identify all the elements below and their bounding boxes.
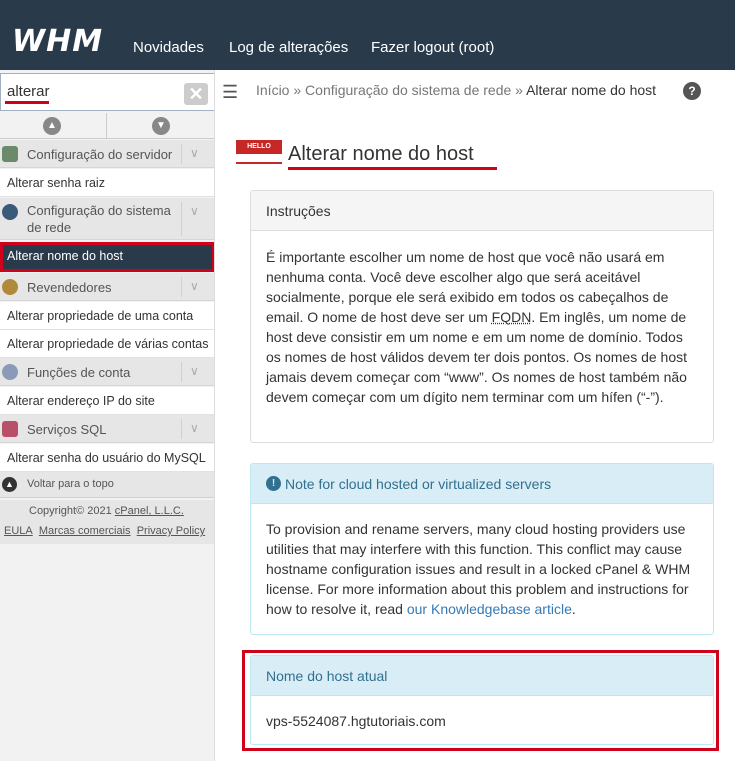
sidebar-section-label: Revendedores	[27, 280, 112, 295]
search-box[interactable]: ✕	[0, 73, 214, 111]
sidebar-section-servicos-sql[interactable]: Serviços SQL ∨	[0, 415, 214, 443]
instructions-panel: Instruções É importante escolher um nome…	[250, 190, 714, 443]
breadcrumb-inicio[interactable]: Início	[256, 82, 289, 98]
divider	[106, 113, 107, 139]
breadcrumb-separator: »	[293, 82, 302, 98]
panel-header: ! Note for cloud hosted or virtualized s…	[251, 464, 713, 504]
user-icon	[2, 364, 18, 380]
expand-all-icon[interactable]: ▲	[43, 117, 61, 135]
back-to-top-label: Voltar para o topo	[27, 478, 114, 490]
database-icon	[2, 421, 18, 437]
sidebar: ✕ ▲ ▼ Configuração do servidor ∨ Alterar…	[0, 70, 215, 761]
copyright-text: Copyright© 2021	[29, 505, 112, 517]
sidebar-section-revendedores[interactable]: Revendedores ∨	[0, 273, 214, 301]
page-title: Alterar nome do host	[288, 143, 474, 165]
sidebar-section-label: Configuração do sistema de rede	[27, 203, 171, 235]
sidebar-item-label: Alterar propriedade de várias contas	[7, 337, 209, 351]
cloud-note-text-part: .	[571, 601, 576, 617]
breadcrumb-bar: ☰ Início » Configuração do sistema de re…	[216, 70, 735, 110]
sidebar-section-funcoes-conta[interactable]: Funções de conta ∨	[0, 358, 214, 386]
sidebar-item-alterar-senha-mysql[interactable]: Alterar senha do usuário do MySQL	[0, 444, 214, 472]
sidebar-item-alterar-ip[interactable]: Alterar endereço IP do site	[0, 387, 214, 415]
hello-tag-icon: HELLO	[236, 140, 282, 168]
sidebar-item-label: Alterar nome do host	[7, 249, 124, 263]
panel-header: Instruções	[251, 191, 713, 231]
close-icon[interactable]: ✕	[184, 83, 208, 105]
breadcrumb-current: Alterar nome do host	[526, 82, 657, 98]
privacy-policy-link[interactable]: Privacy Policy	[137, 525, 205, 537]
panel-title: Instruções	[266, 203, 331, 219]
sidebar-section-network-config[interactable]: Configuração do sistema de rede ∨	[0, 198, 214, 240]
instructions-text: É importante escolher um nome de host qu…	[251, 231, 713, 423]
sidebar-section-label: Funções de conta	[27, 365, 131, 380]
sidebar-item-label: Alterar senha raiz	[7, 176, 105, 190]
sidebar-section-server-config[interactable]: Configuração do servidor ∨	[0, 140, 214, 168]
breadcrumb-network-config[interactable]: Configuração do sistema de rede	[305, 82, 511, 98]
network-icon	[2, 204, 18, 220]
sidebar-item-alterar-propriedade-uma[interactable]: Alterar propriedade de uma conta	[0, 302, 214, 330]
sidebar-item-alterar-propriedade-varias[interactable]: Alterar propriedade de várias contas	[0, 330, 214, 358]
divider	[181, 277, 182, 297]
eula-link[interactable]: EULA	[4, 525, 33, 537]
cloud-note-panel: ! Note for cloud hosted or virtualized s…	[250, 463, 714, 635]
search-underline-highlight	[5, 101, 49, 104]
top-bar: WHM Novidades Log de alterações Fazer lo…	[0, 0, 735, 70]
chevron-down-icon[interactable]: ∨	[190, 421, 199, 435]
cpanel-link[interactable]: cPanel, L.L.C.	[115, 505, 184, 517]
chevron-down-icon[interactable]: ∨	[190, 279, 199, 293]
knowledgebase-link[interactable]: our Knowledgebase article	[407, 601, 572, 617]
divider	[181, 362, 182, 382]
menu-icon[interactable]: ☰	[222, 82, 238, 103]
chevron-down-icon[interactable]: ∨	[190, 204, 199, 218]
breadcrumb: Início » Configuração do sistema de rede…	[256, 82, 656, 98]
sidebar-section-label: Configuração do servidor	[27, 147, 173, 162]
chevron-down-icon[interactable]: ∨	[190, 364, 199, 378]
nav-novidades[interactable]: Novidades	[133, 39, 204, 56]
panel-title: Note for cloud hosted or virtualized ser…	[285, 476, 552, 492]
breadcrumb-separator: »	[515, 82, 523, 98]
sidebar-item-label: Alterar propriedade de uma conta	[7, 309, 194, 323]
current-host-highlight	[242, 650, 719, 751]
divider	[181, 419, 182, 439]
help-icon[interactable]: ?	[683, 82, 701, 100]
reseller-icon	[2, 279, 18, 295]
exclamation-icon: !	[266, 476, 281, 491]
copyright-footer: Copyright© 2021 cPanel, L.L.C. EULA Marc…	[0, 500, 214, 544]
sidebar-item-alterar-nome-host[interactable]: Alterar nome do host	[0, 242, 214, 272]
title-underline-highlight	[288, 167, 497, 170]
nav-logout[interactable]: Fazer logout (root)	[371, 39, 494, 56]
sidebar-section-label: Serviços SQL	[27, 422, 107, 437]
whm-logo[interactable]: WHM	[12, 24, 103, 59]
hello-badge: HELLO	[236, 140, 282, 154]
search-input[interactable]	[7, 83, 177, 100]
server-icon	[2, 146, 18, 162]
fqdn-abbr[interactable]: FQDN	[492, 309, 532, 325]
sidebar-item-alterar-senha-raiz[interactable]: Alterar senha raiz	[0, 169, 214, 197]
collapse-controls: ▲ ▼	[0, 113, 214, 139]
cloud-note-text: To provision and rename servers, many cl…	[251, 504, 713, 635]
sidebar-item-label: Alterar endereço IP do site	[7, 394, 155, 408]
sidebar-item-label: Alterar senha do usuário do MySQL	[7, 451, 206, 465]
chevron-down-icon[interactable]: ∨	[190, 146, 199, 160]
collapse-all-icon[interactable]: ▼	[152, 117, 170, 135]
nav-log-alteracoes[interactable]: Log de alterações	[229, 39, 348, 56]
trademarks-link[interactable]: Marcas comerciais	[39, 525, 131, 537]
arrow-up-icon: ▲	[2, 477, 17, 492]
back-to-top[interactable]: ▲ Voltar para o topo	[0, 472, 214, 498]
divider	[181, 202, 182, 236]
divider	[181, 144, 182, 164]
